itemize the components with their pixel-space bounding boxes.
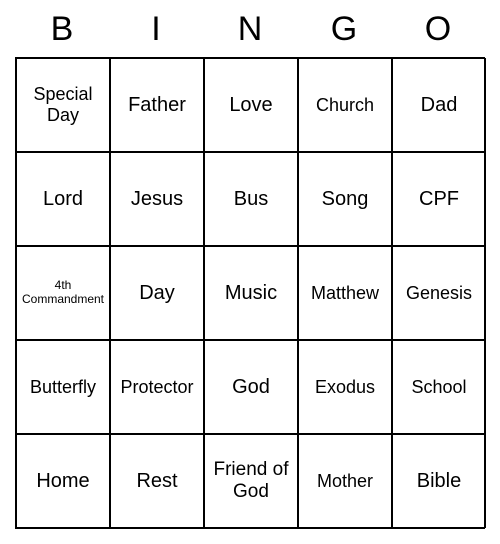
bingo-cell[interactable]: Protector (110, 340, 204, 434)
bingo-cell[interactable]: Genesis (392, 246, 486, 340)
bingo-cell[interactable]: Butterfly (16, 340, 110, 434)
bingo-cell[interactable]: Matthew (298, 246, 392, 340)
bingo-cell[interactable]: Mother (298, 434, 392, 528)
bingo-cell[interactable]: Jesus (110, 152, 204, 246)
bingo-cell[interactable]: Rest (110, 434, 204, 528)
bingo-cell[interactable]: Exodus (298, 340, 392, 434)
bingo-grid: Special DayFatherLoveChurchDadLordJesusB… (15, 57, 485, 529)
bingo-cell[interactable]: Music (204, 246, 298, 340)
bingo-cell[interactable]: Home (16, 434, 110, 528)
bingo-cell[interactable]: Lord (16, 152, 110, 246)
bingo-cell[interactable]: Church (298, 58, 392, 152)
bingo-cell[interactable]: Father (110, 58, 204, 152)
header-letter-o: O (391, 10, 485, 49)
bingo-cell[interactable]: Day (110, 246, 204, 340)
header-letter-i: I (109, 10, 203, 49)
bingo-cell[interactable]: Friend of God (204, 434, 298, 528)
bingo-cell[interactable]: Bible (392, 434, 486, 528)
bingo-cell[interactable]: Song (298, 152, 392, 246)
bingo-cell[interactable]: God (204, 340, 298, 434)
header-letter-b: B (15, 10, 109, 49)
bingo-cell[interactable]: Love (204, 58, 298, 152)
bingo-cell[interactable]: School (392, 340, 486, 434)
header-letter-n: N (203, 10, 297, 49)
bingo-cell[interactable]: 4th Commandment (16, 246, 110, 340)
bingo-cell[interactable]: CPF (392, 152, 486, 246)
header-letter-g: G (297, 10, 391, 49)
bingo-cell[interactable]: Dad (392, 58, 486, 152)
bingo-cell[interactable]: Special Day (16, 58, 110, 152)
bingo-header: B I N G O (15, 10, 485, 49)
bingo-cell[interactable]: Bus (204, 152, 298, 246)
